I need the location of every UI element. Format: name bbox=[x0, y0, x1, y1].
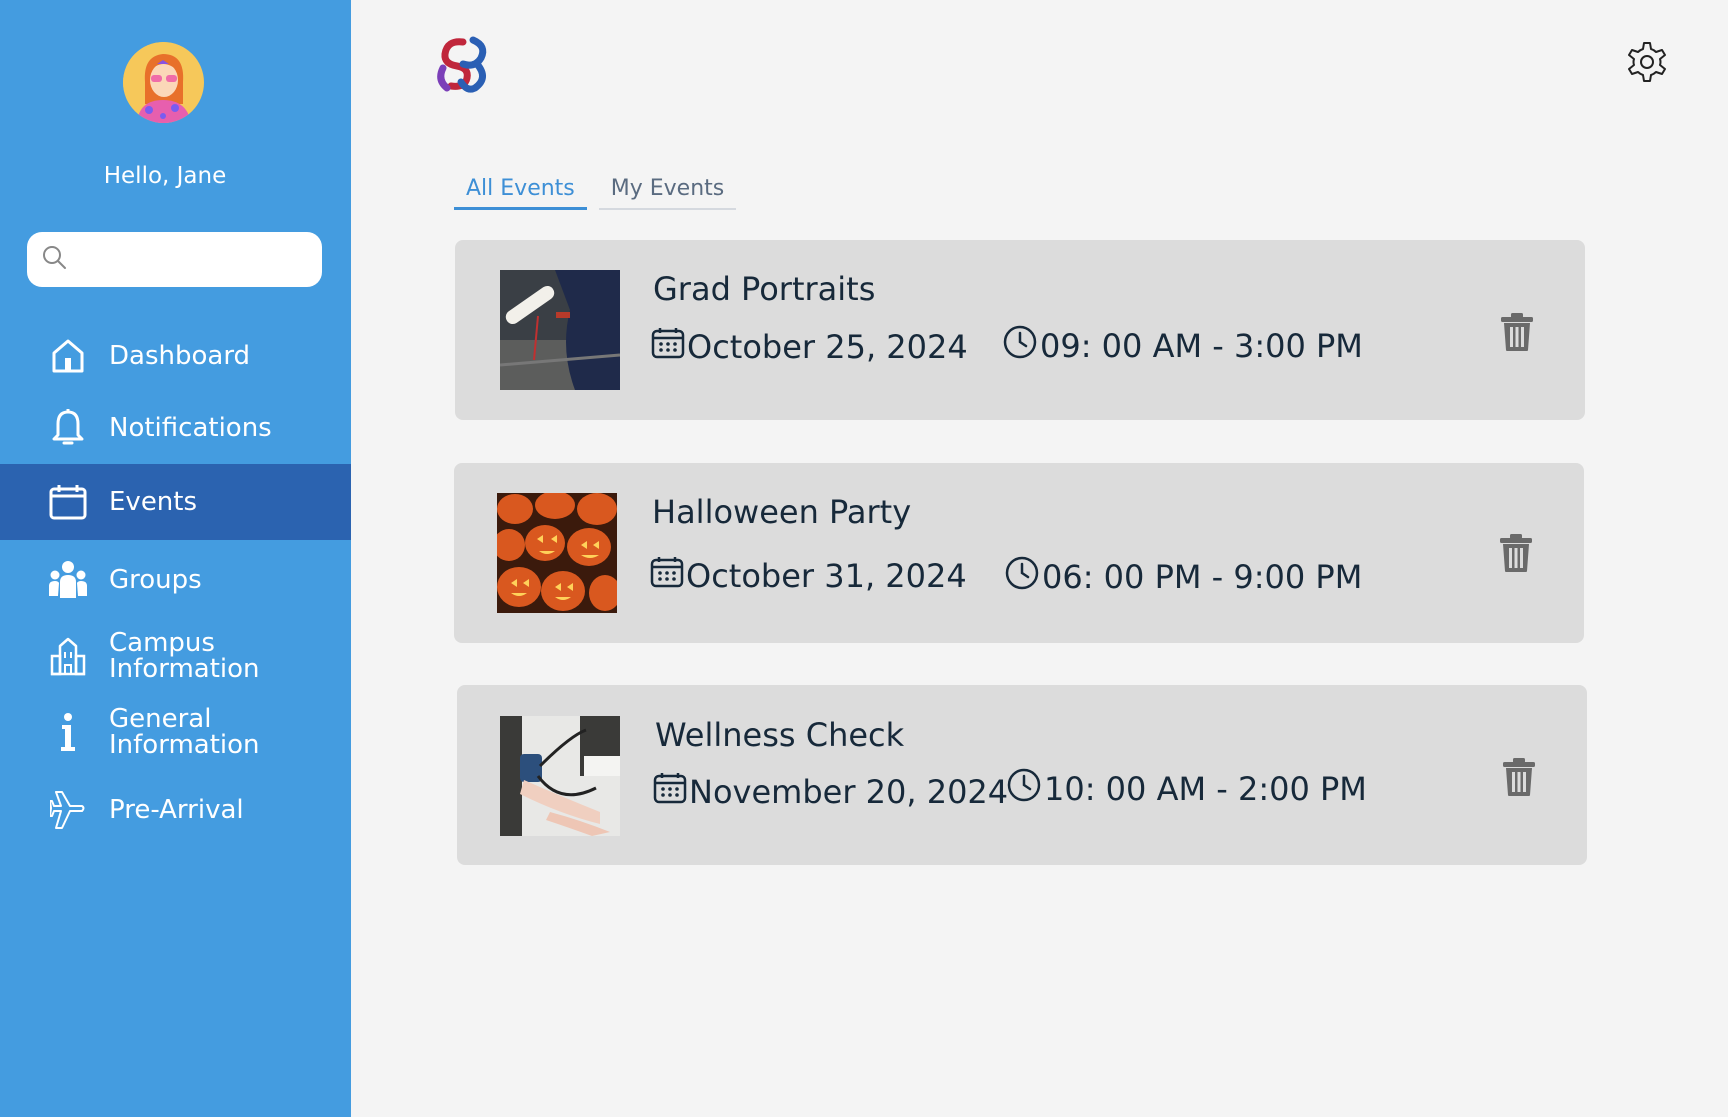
event-card[interactable]: Grad Portraits October 25, 2024 09: 00 A… bbox=[455, 240, 1585, 420]
sidebar-item-general-information[interactable]: General Information bbox=[0, 700, 351, 764]
tab-my-events[interactable]: My Events bbox=[598, 172, 737, 210]
event-time-text: 09: 00 AM - 3:00 PM bbox=[1040, 327, 1363, 365]
sidebar-item-label: Dashboard bbox=[109, 341, 251, 371]
event-title: Wellness Check bbox=[655, 716, 905, 754]
event-time: 09: 00 AM - 3:00 PM bbox=[1002, 324, 1363, 368]
trash-icon bbox=[1499, 313, 1535, 356]
sidebar-item-label: Pre-Arrival bbox=[109, 795, 244, 825]
event-thumbnail bbox=[497, 493, 617, 613]
sidebar-item-label: Groups bbox=[109, 565, 202, 595]
label-line: General bbox=[109, 704, 212, 734]
sidebar-item-notifications[interactable]: Notifications bbox=[0, 398, 351, 458]
greeting-text: Hello, Jane bbox=[103, 163, 227, 189]
gear-icon bbox=[1623, 42, 1671, 90]
label-line: Information bbox=[109, 654, 260, 684]
calendar-icon bbox=[651, 326, 687, 368]
app-logo[interactable] bbox=[433, 34, 493, 94]
event-time-text: 06: 00 PM - 9:00 PM bbox=[1042, 558, 1363, 596]
delete-event-button[interactable] bbox=[1501, 757, 1537, 797]
clock-icon bbox=[1006, 767, 1044, 811]
bell-icon bbox=[48, 408, 88, 448]
event-title: Grad Portraits bbox=[653, 270, 876, 308]
calendar-icon bbox=[653, 771, 689, 813]
event-date-text: November 20, 2024 bbox=[689, 773, 1009, 811]
sidebar-item-label: Notifications bbox=[109, 413, 272, 443]
calendar-icon bbox=[48, 482, 88, 522]
sidebar-item-label: Events bbox=[109, 487, 198, 517]
event-date-text: October 25, 2024 bbox=[687, 328, 968, 366]
sidebar-item-campus-information[interactable]: Campus Information bbox=[0, 624, 351, 688]
sidebar-item-label: Campus Information bbox=[109, 630, 260, 682]
event-date: October 25, 2024 bbox=[651, 326, 968, 368]
event-date: November 20, 2024 bbox=[653, 771, 1008, 813]
event-time-text: 10: 00 AM - 2:00 PM bbox=[1044, 770, 1367, 808]
event-date: October 31, 2024 bbox=[650, 555, 967, 597]
sidebar-item-groups[interactable]: Groups bbox=[0, 550, 351, 610]
event-tabs: All Events My Events bbox=[454, 172, 737, 210]
search-input[interactable] bbox=[75, 239, 305, 280]
calendar-icon bbox=[650, 555, 686, 597]
delete-event-button[interactable] bbox=[1499, 312, 1535, 352]
delete-event-button[interactable] bbox=[1498, 533, 1534, 573]
event-time: 10: 00 AM - 2:00 PM bbox=[1006, 767, 1367, 811]
clock-icon bbox=[1004, 555, 1042, 599]
event-title: Halloween Party bbox=[652, 493, 912, 531]
label-line: Campus bbox=[109, 628, 215, 658]
airplane-icon bbox=[48, 790, 88, 830]
event-thumbnail bbox=[500, 716, 620, 836]
event-card[interactable]: Halloween Party October 31, 2024 06: 00 … bbox=[454, 463, 1584, 643]
sidebar-item-dashboard[interactable]: Dashboard bbox=[0, 326, 351, 386]
group-icon bbox=[48, 560, 88, 600]
trash-icon bbox=[1498, 534, 1534, 577]
avatar[interactable] bbox=[123, 42, 204, 123]
sidebar-item-pre-arrival[interactable]: Pre-Arrival bbox=[0, 780, 351, 840]
building-icon bbox=[48, 636, 88, 676]
search-box[interactable] bbox=[27, 232, 322, 287]
home-icon bbox=[48, 336, 88, 376]
clock-icon bbox=[1002, 324, 1040, 368]
sidebar-item-events[interactable]: Events bbox=[0, 464, 351, 540]
info-icon bbox=[48, 712, 88, 752]
tab-all-events[interactable]: All Events bbox=[454, 172, 587, 210]
sidebar: Hello, Jane Dashboard Notifications Even… bbox=[0, 0, 351, 1117]
event-card[interactable]: Wellness Check November 20, 2024 10: 00 … bbox=[457, 685, 1587, 865]
event-thumbnail bbox=[500, 270, 620, 390]
trash-icon bbox=[1501, 758, 1537, 801]
label-line: Information bbox=[109, 730, 260, 760]
settings-button[interactable] bbox=[1623, 38, 1671, 86]
sidebar-item-label: General Information bbox=[109, 706, 260, 758]
event-date-text: October 31, 2024 bbox=[686, 557, 967, 595]
event-time: 06: 00 PM - 9:00 PM bbox=[1004, 555, 1362, 599]
search-icon bbox=[41, 244, 67, 275]
